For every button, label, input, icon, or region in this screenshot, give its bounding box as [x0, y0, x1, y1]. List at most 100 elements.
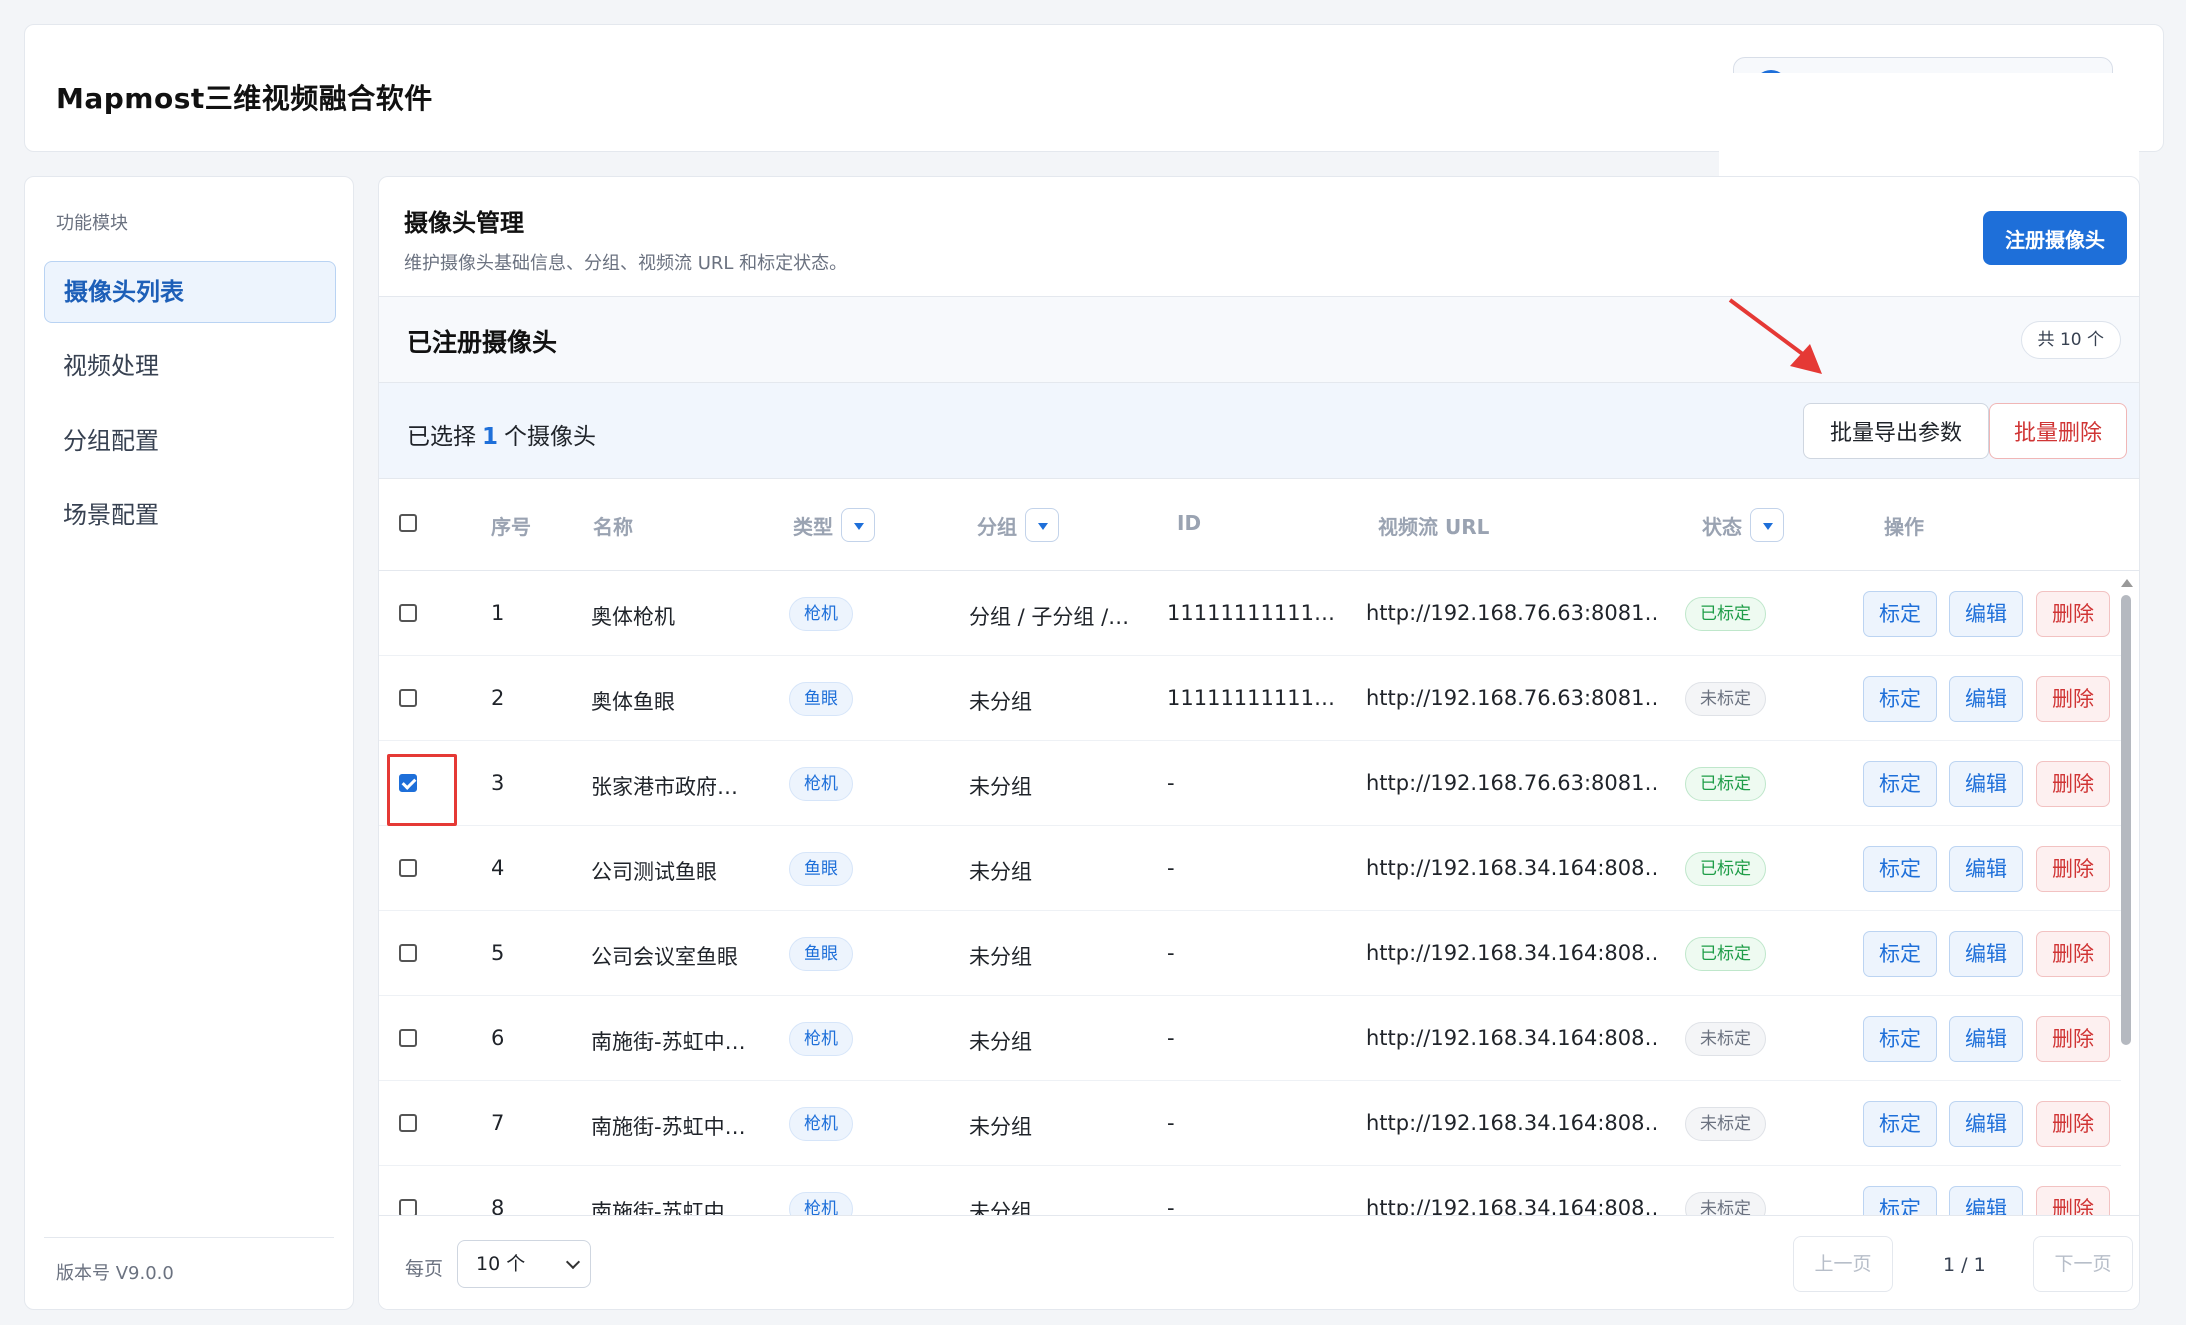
scroll-up-arrow-icon[interactable] — [2121, 579, 2133, 587]
edit-button[interactable]: 编辑 — [1949, 846, 2023, 892]
row-name: 奥体鱼眼 — [591, 690, 675, 714]
count-badge: 共 10 个 — [2020, 321, 2121, 359]
card-header: 已注册摄像头 共 10 个 — [379, 297, 2139, 383]
row-group: 未分组 — [969, 945, 1032, 969]
next-page-button[interactable]: 下一页 — [2033, 1236, 2133, 1292]
annotation-highlight-box — [387, 754, 457, 826]
status-badge: 未标定 — [1685, 1107, 1766, 1141]
chevron-down-icon — [565, 1254, 581, 1270]
edit-button[interactable]: 编辑 — [1949, 676, 2023, 722]
table-row[interactable]: 7 南施街-苏虹中… 枪机 未分组 - http://192.168.34.164:808… — [379, 1081, 2121, 1166]
row-checkbox[interactable] — [399, 689, 417, 707]
row-url: http://192.168.34.164:808… — [1366, 941, 1656, 965]
calibrate-button[interactable]: 标定 — [1863, 846, 1937, 892]
table-scrollbar[interactable] — [2119, 571, 2133, 1309]
row-id: - — [1167, 1111, 1175, 1135]
type-badge: 鱼眼 — [789, 682, 853, 716]
delete-button[interactable]: 删除 — [2036, 846, 2110, 892]
type-badge: 枪机 — [789, 597, 853, 631]
table-header: 序号 名称 类型 分组 ID 视频流 URL 状态 操作 — [379, 479, 2139, 571]
row-id: - — [1167, 856, 1175, 880]
page-info: 1 / 1 — [1943, 1254, 1986, 1276]
delete-button[interactable]: 删除 — [2036, 1016, 2110, 1062]
row-index: 3 — [491, 771, 505, 795]
col-type-label: 类型 — [793, 515, 833, 539]
sidebar-item-video-processing[interactable]: 视频处理 — [44, 335, 336, 397]
main-panel: 摄像头管理 维护摄像头基础信息、分组、视频流 URL 和标定状态。 注册摄像头 … — [378, 176, 2140, 1310]
edit-button[interactable]: 编辑 — [1949, 931, 2023, 977]
delete-button[interactable]: 删除 — [2036, 591, 2110, 637]
col-id: ID — [1177, 511, 1202, 535]
status-badge: 已标定 — [1685, 852, 1766, 886]
divider — [44, 1237, 334, 1238]
col-status-label: 状态 — [1702, 515, 1742, 539]
col-index: 序号 — [491, 515, 531, 539]
batch-export-button[interactable]: 批量导出参数 — [1803, 403, 1989, 459]
sidebar-item-group-config[interactable]: 分组配置 — [44, 410, 336, 472]
row-checkbox[interactable] — [399, 1114, 417, 1132]
edit-button[interactable]: 编辑 — [1949, 1101, 2023, 1147]
type-badge: 鱼眼 — [789, 852, 853, 886]
calibrate-button[interactable]: 标定 — [1863, 931, 1937, 977]
row-group: 未分组 — [969, 690, 1032, 714]
status-badge: 未标定 — [1685, 682, 1766, 716]
calibrate-button[interactable]: 标定 — [1863, 761, 1937, 807]
sidebar-heading: 功能模块 — [56, 213, 128, 234]
status-badge: 未标定 — [1685, 1022, 1766, 1056]
row-url: http://192.168.34.164:808… — [1366, 1026, 1656, 1050]
row-checkbox[interactable] — [399, 1029, 417, 1047]
row-group: 未分组 — [969, 1030, 1032, 1054]
row-id: 11111111111… — [1167, 601, 1335, 625]
selection-count: 1 — [482, 424, 499, 450]
type-badge: 枪机 — [789, 1022, 853, 1056]
sidebar-item-scene-config[interactable]: 场景配置 — [44, 484, 336, 546]
selection-suffix: 个摄像头 — [504, 424, 597, 450]
edit-button[interactable]: 编辑 — [1949, 1016, 2023, 1062]
table-row[interactable]: 4 公司测试鱼眼 鱼眼 未分组 - http://192.168.34.164:808… 已… — [379, 826, 2121, 911]
delete-button[interactable]: 删除 — [2036, 676, 2110, 722]
calibrate-button[interactable]: 标定 — [1863, 591, 1937, 637]
calibrate-button[interactable]: 标定 — [1863, 676, 1937, 722]
group-filter-dropdown-icon[interactable] — [1025, 507, 1059, 542]
table-row[interactable]: 2 奥体鱼眼 鱼眼 未分组 11111111111… http://192.168.76.… — [379, 656, 2121, 741]
register-camera-button[interactable]: 注册摄像头 — [1983, 211, 2127, 265]
row-group: 未分组 — [969, 1115, 1032, 1139]
delete-button[interactable]: 删除 — [2036, 931, 2110, 977]
col-url: 视频流 URL — [1378, 515, 1490, 539]
prev-page-button[interactable]: 上一页 — [1793, 1236, 1893, 1292]
row-index: 1 — [491, 601, 505, 625]
batch-delete-button[interactable]: 批量删除 — [1989, 403, 2127, 459]
sidebar-item-camera-list[interactable]: 摄像头列表 — [44, 261, 336, 323]
type-filter-dropdown-icon[interactable] — [841, 507, 875, 542]
row-url: http://192.168.76.63:8081… — [1366, 686, 1656, 710]
col-name: 名称 — [593, 515, 633, 539]
edit-button[interactable]: 编辑 — [1949, 591, 2023, 637]
table-row[interactable]: 3 张家港市政府… 枪机 未分组 - http://192.168.76.63:8081…… — [379, 741, 2121, 826]
type-badge: 鱼眼 — [789, 937, 853, 971]
edit-button[interactable]: 编辑 — [1949, 761, 2023, 807]
selection-summary: 已选择 1 个摄像头 — [407, 417, 596, 451]
row-checkbox[interactable] — [399, 604, 417, 622]
per-page-select[interactable]: 10 个 — [457, 1240, 591, 1288]
row-id: 11111111111… — [1167, 686, 1335, 710]
table-body[interactable]: 1 奥体枪机 枪机 分组 / 子分组 /… 11111111111… http://192… — [379, 571, 2121, 1309]
app-header: Mapmost三维视频融合软件 — [24, 24, 2164, 185]
table-row[interactable]: 1 奥体枪机 枪机 分组 / 子分组 /… 11111111111… http://192… — [379, 571, 2121, 656]
scroll-thumb[interactable] — [2121, 595, 2131, 1045]
table-row[interactable]: 5 公司会议室鱼眼 鱼眼 未分组 - http://192.168.34.164:808…… — [379, 911, 2121, 996]
delete-button[interactable]: 删除 — [2036, 761, 2110, 807]
row-checkbox[interactable] — [399, 944, 417, 962]
status-filter-dropdown-icon[interactable] — [1750, 507, 1784, 542]
page-description: 维护摄像头基础信息、分组、视频流 URL 和标定状态。 — [404, 253, 848, 274]
pagination-bar: 每页 10 个 上一页 1 / 1 下一页 — [379, 1215, 2139, 1309]
delete-button[interactable]: 删除 — [2036, 1101, 2110, 1147]
table-row[interactable]: 6 南施街-苏虹中… 枪机 未分组 - http://192.168.34.164:808… — [379, 996, 2121, 1081]
calibrate-button[interactable]: 标定 — [1863, 1016, 1937, 1062]
row-checkbox[interactable] — [399, 859, 417, 877]
col-group-label: 分组 — [977, 515, 1017, 539]
calibrate-button[interactable]: 标定 — [1863, 1101, 1937, 1147]
row-index: 2 — [491, 686, 505, 710]
select-all-checkbox[interactable] — [399, 514, 417, 532]
page-header: 摄像头管理 维护摄像头基础信息、分组、视频流 URL 和标定状态。 注册摄像头 — [379, 177, 2139, 297]
row-group: 未分组 — [969, 775, 1032, 799]
